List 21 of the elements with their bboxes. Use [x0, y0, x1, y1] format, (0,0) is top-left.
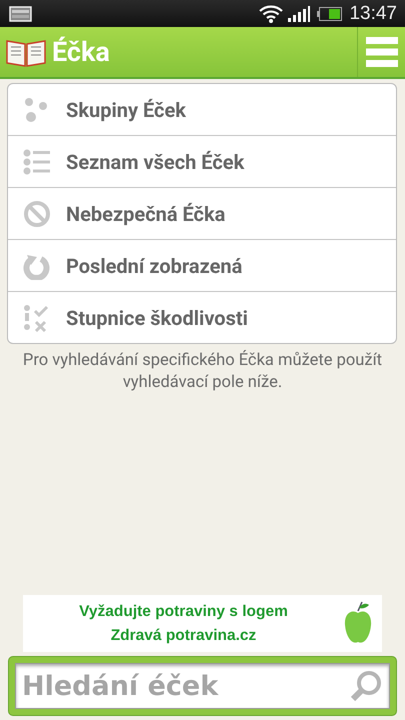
banner-text: Zdravá potravina.cz: [110, 626, 256, 646]
battery-icon: [317, 6, 342, 20]
signal-icon: [288, 6, 310, 22]
search-field[interactable]: Hledání éček: [15, 663, 390, 709]
notification-icon: [9, 6, 32, 22]
hint-text: Pro vyhledávání specifického Éčka můžete použít vyhledávací pole níže.: [22, 350, 383, 394]
wifi-icon: [259, 4, 284, 23]
search-icon: [350, 670, 382, 702]
menu-item[interactable]: Nebezpečná Éčka: [8, 187, 396, 239]
forbidden-icon: [23, 200, 51, 228]
book-icon: [6, 37, 46, 67]
menu-item[interactable]: Stupnice škodlivosti: [8, 291, 396, 343]
app-title: Éčka: [52, 36, 111, 68]
list-icon: [23, 148, 51, 176]
menu-item[interactable]: Skupiny Éček: [8, 84, 396, 135]
banner-text: Vyžadujte potraviny s logem: [79, 602, 288, 622]
clock: 13:47: [349, 2, 397, 24]
checklist-icon: [23, 304, 51, 332]
menu-icon: [366, 36, 398, 68]
menu-item[interactable]: Seznam všech Éček: [8, 135, 396, 187]
menu-item[interactable]: Poslední zobrazená: [8, 239, 396, 291]
